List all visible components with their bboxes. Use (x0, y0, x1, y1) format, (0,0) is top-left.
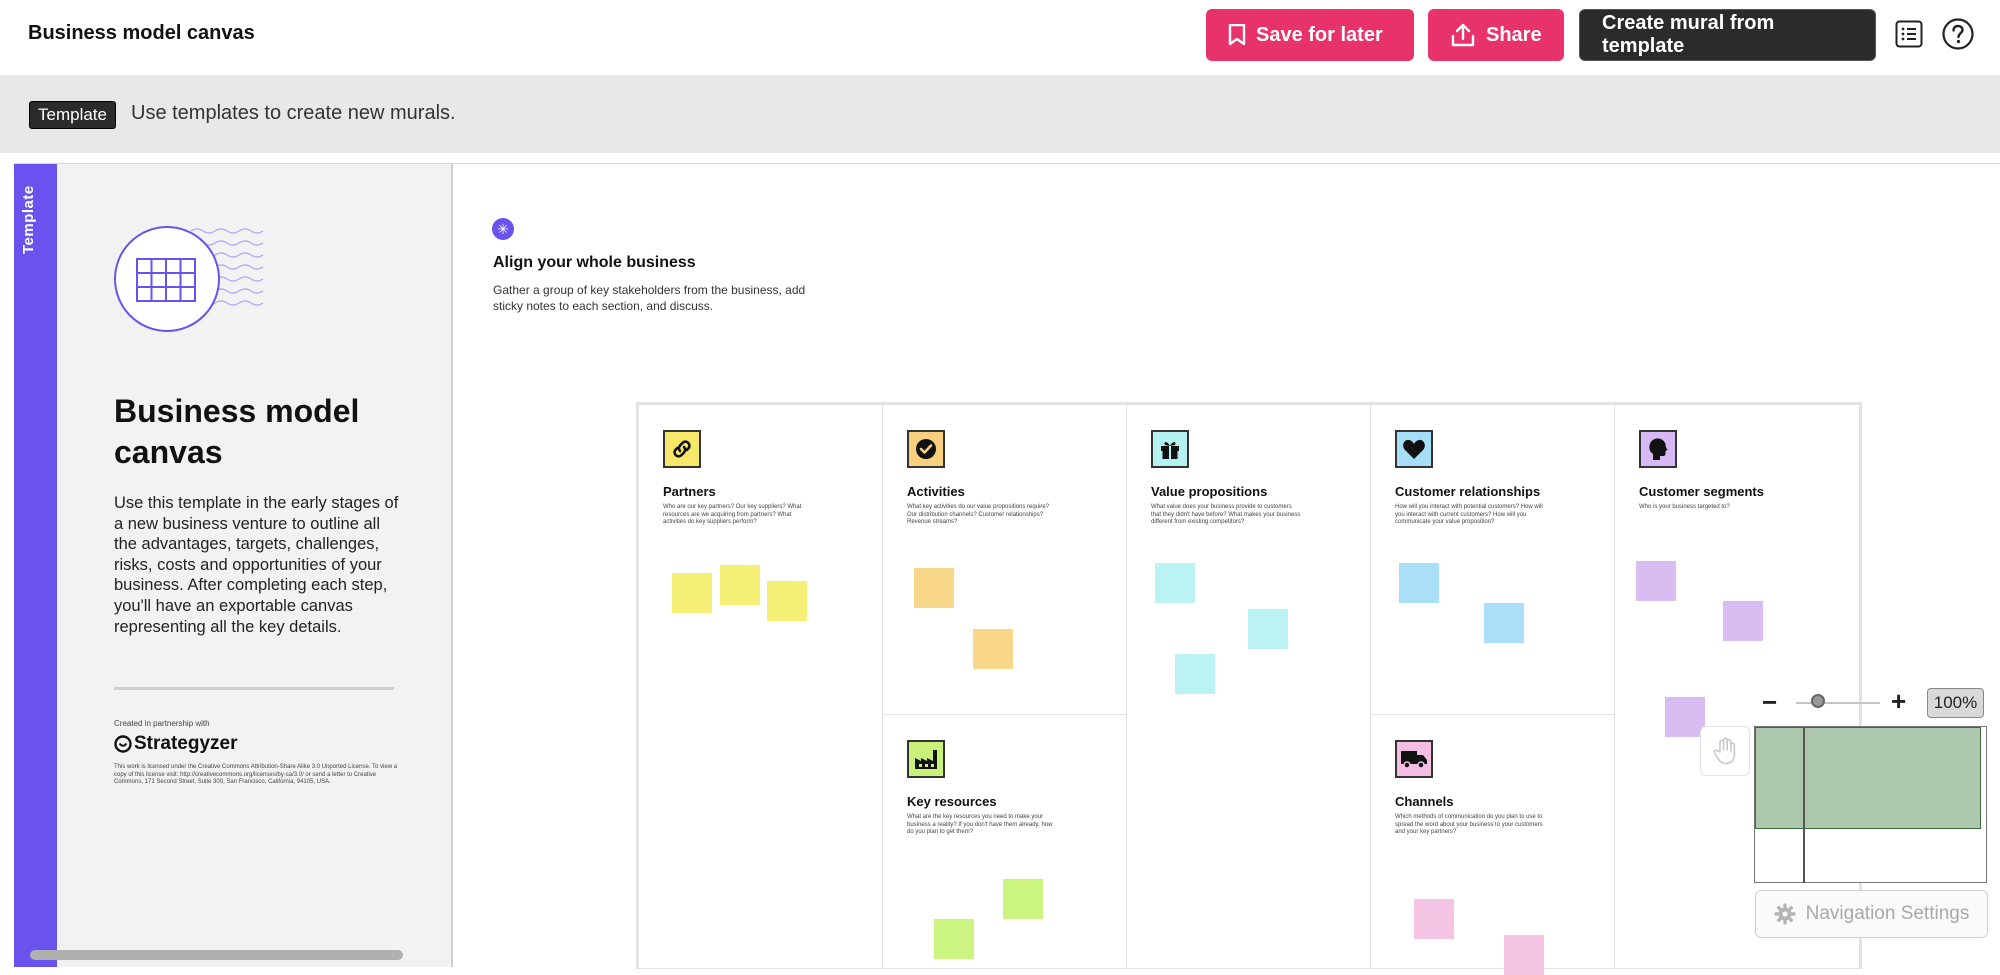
section-value-propositions[interactable]: Value propositions What value does your … (1126, 404, 1371, 969)
section-title: Customer segments (1639, 484, 1764, 499)
create-mural-label: Create mural from template (1602, 12, 1775, 57)
template-title: Business model canvas (114, 393, 360, 470)
navigation-settings-label: Navigation Settings (1805, 903, 1970, 924)
sticky-note[interactable] (672, 573, 712, 613)
share-label: Share (1486, 23, 1542, 46)
section-title: Customer relationships (1395, 484, 1541, 499)
bookmark-icon (1228, 24, 1246, 46)
partner-label: Created in partnership with (114, 719, 210, 728)
horizontal-scrollbar[interactable] (30, 950, 403, 960)
strategyzer-name: Strategyzer (134, 733, 238, 754)
strategyzer-logo: Strategyzer (114, 733, 238, 755)
help-icon (1942, 18, 1974, 50)
sticky-note[interactable] (914, 568, 954, 608)
hand-icon (1713, 737, 1736, 765)
section-customer-relationships[interactable]: Customer relationships How will you inte… (1370, 404, 1615, 715)
minimap-viewport[interactable] (1755, 727, 1981, 829)
sticky-note[interactable] (1636, 561, 1676, 601)
top-bar: Business model canvas Save for later Sha… (0, 0, 2000, 72)
sticky-note[interactable] (1399, 563, 1439, 603)
section-title: Partners (663, 484, 716, 499)
business-model-canvas-board: Partners Who are our key partners? Our k… (636, 402, 1862, 975)
license-text: This work is licensed under the Creative… (114, 764, 398, 785)
table-grid-illustration-icon (114, 226, 264, 332)
section-key-resources[interactable]: Key resources What are the key resources… (882, 714, 1127, 969)
head-icon (1639, 430, 1677, 468)
sticky-note[interactable] (973, 629, 1013, 669)
section-description: What value does your business provide to… (1151, 504, 1301, 525)
sticky-note[interactable] (1504, 935, 1544, 975)
zoom-slider-handle[interactable] (1811, 694, 1825, 708)
heart-icon (1395, 430, 1433, 468)
sticky-note[interactable] (1723, 601, 1763, 641)
section-partners[interactable]: Partners Who are our key partners? Our k… (638, 404, 883, 969)
sticky-note[interactable] (1155, 563, 1195, 603)
sticky-note[interactable] (1484, 603, 1524, 643)
section-customer-segments[interactable]: Customer segments Who is your business t… (1614, 404, 1860, 969)
navigation-settings-button[interactable]: Navigation Settings (1755, 890, 1988, 938)
section-title: Value propositions (1151, 484, 1268, 499)
template-stripe-label: Template (20, 185, 37, 254)
pan-tool-button[interactable] (1700, 726, 1750, 776)
outline-list-button[interactable] (1893, 18, 1925, 50)
share-upload-icon (1451, 23, 1475, 47)
section-description: Who is your business targeted to? (1639, 504, 1730, 510)
sticky-note[interactable] (934, 919, 974, 959)
zoom-level[interactable]: 100% (1927, 688, 1984, 718)
help-button[interactable] (1942, 18, 1974, 50)
sticky-note[interactable] (1414, 899, 1454, 939)
template-stripe: Template (14, 164, 57, 967)
section-title: Channels (1395, 794, 1454, 809)
sticky-note[interactable] (767, 581, 807, 621)
check-circle-icon (907, 430, 945, 468)
share-button[interactable]: Share (1428, 9, 1564, 61)
template-banner: Template Use templates to create new mur… (0, 75, 2000, 153)
sticky-note[interactable] (1248, 609, 1288, 649)
gear-icon (1774, 903, 1796, 925)
intro-description: Gather a group of key stakeholders from … (493, 283, 806, 313)
template-description: Use this template in the early stages of… (114, 494, 399, 636)
mural-title: Business model canvas (28, 22, 255, 44)
section-description: What key activities do our value proposi… (907, 504, 1050, 525)
save-for-later-label: Save for later (1256, 23, 1383, 46)
section-description: What are the key resources you need to m… (907, 814, 1053, 835)
factory-icon (907, 740, 945, 778)
create-mural-button[interactable]: Create mural from template (1579, 9, 1876, 61)
zoom-in-button[interactable]: + (1891, 686, 1906, 716)
panel-divider (114, 687, 394, 690)
truck-icon (1395, 740, 1433, 778)
zoom-out-button[interactable]: − (1762, 689, 1777, 715)
intro-title: Align your whole business (493, 254, 696, 271)
link-icon (663, 430, 701, 468)
section-channels[interactable]: Channels Which methods of communication … (1370, 714, 1615, 975)
section-description: How will you interact with potential cus… (1395, 504, 1543, 525)
section-title: Key resources (907, 794, 997, 809)
section-title: Activities (907, 484, 965, 499)
section-description: Who are our key partners? Our key suppli… (663, 504, 802, 525)
minimap-divider (1803, 727, 1805, 883)
gift-icon (1151, 430, 1189, 468)
section-description: Which methods of communication do you pl… (1395, 814, 1543, 835)
strategyzer-logo-icon (114, 735, 132, 753)
step-marker-icon: ✳ (492, 218, 514, 240)
section-activities[interactable]: Activities What key activities do our va… (882, 404, 1127, 715)
sticky-note[interactable] (1175, 654, 1215, 694)
zoom-slider-track[interactable] (1796, 702, 1880, 704)
template-tag: Template (29, 101, 116, 129)
banner-text: Use templates to create new murals. (131, 102, 456, 124)
sticky-note[interactable] (1003, 879, 1043, 919)
sticky-note[interactable] (720, 565, 760, 605)
save-for-later-button[interactable]: Save for later (1206, 9, 1414, 61)
list-icon (1895, 20, 1923, 48)
sticky-note[interactable] (1665, 697, 1705, 737)
mural-canvas[interactable]: Template Business model canvas Use this … (14, 163, 2000, 975)
template-info-panel: Template Business model canvas Use this … (14, 164, 453, 967)
